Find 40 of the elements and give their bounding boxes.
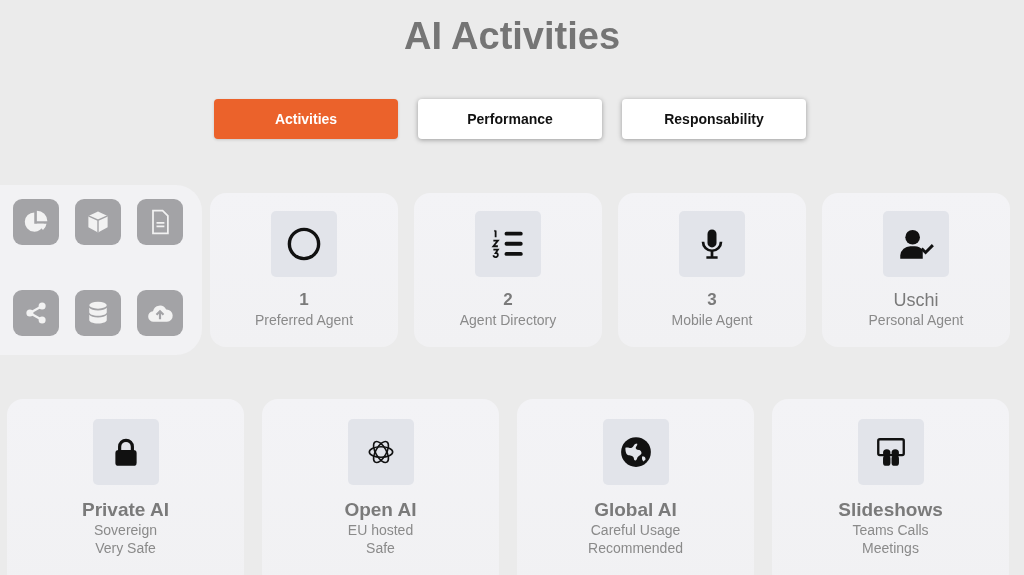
activity-card[interactable]: Slideshows Teams Calls Meetings — [772, 399, 1009, 575]
tab[interactable]: Activities — [214, 99, 398, 139]
page-title: AI Activities — [403, 14, 621, 59]
card-title: 2 — [503, 289, 513, 311]
card-title: Uschi — [893, 289, 939, 311]
card-title: 3 — [707, 289, 717, 311]
tab[interactable]: Performance — [418, 99, 602, 139]
card-caption: Safe — [366, 539, 395, 557]
activity-card[interactable]: Global AI Careful Usage Recommended — [517, 399, 754, 575]
activity-card[interactable]: Private AI Sovereign Very Safe — [7, 399, 244, 575]
circle-icon — [286, 226, 322, 262]
card-caption: Personal Agent — [868, 311, 964, 329]
card-caption: EU hosted — [347, 521, 414, 539]
tool-button[interactable] — [75, 290, 121, 336]
card-title: Open AI — [344, 499, 417, 521]
card-caption: Preferred Agent — [254, 311, 354, 329]
card-title: Slideshows — [838, 499, 943, 521]
card-title: Private AI — [82, 499, 169, 521]
tool-button[interactable] — [13, 199, 59, 245]
globe-icon — [618, 435, 653, 469]
tool-button[interactable] — [137, 199, 183, 245]
activity-card[interactable]: Uschi Personal Agent — [822, 193, 1010, 347]
card-caption: Recommended — [588, 539, 683, 557]
tool-button[interactable] — [13, 290, 59, 336]
activity-card[interactable]: 2 Agent Directory — [414, 193, 602, 347]
card-caption: Meetings — [862, 539, 919, 557]
card-caption: Mobile Agent — [671, 311, 753, 329]
card-caption: Careful Usage — [590, 521, 681, 539]
activity-card[interactable]: 1 Preferred Agent — [210, 193, 398, 347]
card-caption: Agent Directory — [459, 311, 557, 329]
tab[interactable]: Responsability — [622, 99, 806, 139]
tool-button[interactable] — [137, 290, 183, 336]
card-caption: Very Safe — [95, 539, 156, 557]
card-title: 1 — [299, 289, 309, 311]
activity-card[interactable]: 3 Mobile Agent — [618, 193, 806, 347]
card-title: Global AI — [594, 499, 677, 521]
tool-button[interactable] — [75, 199, 121, 245]
activity-card[interactable]: Open AI EU hosted Safe — [262, 399, 499, 575]
card-caption: Teams Calls — [852, 521, 929, 539]
card-caption: Sovereign — [93, 521, 157, 539]
